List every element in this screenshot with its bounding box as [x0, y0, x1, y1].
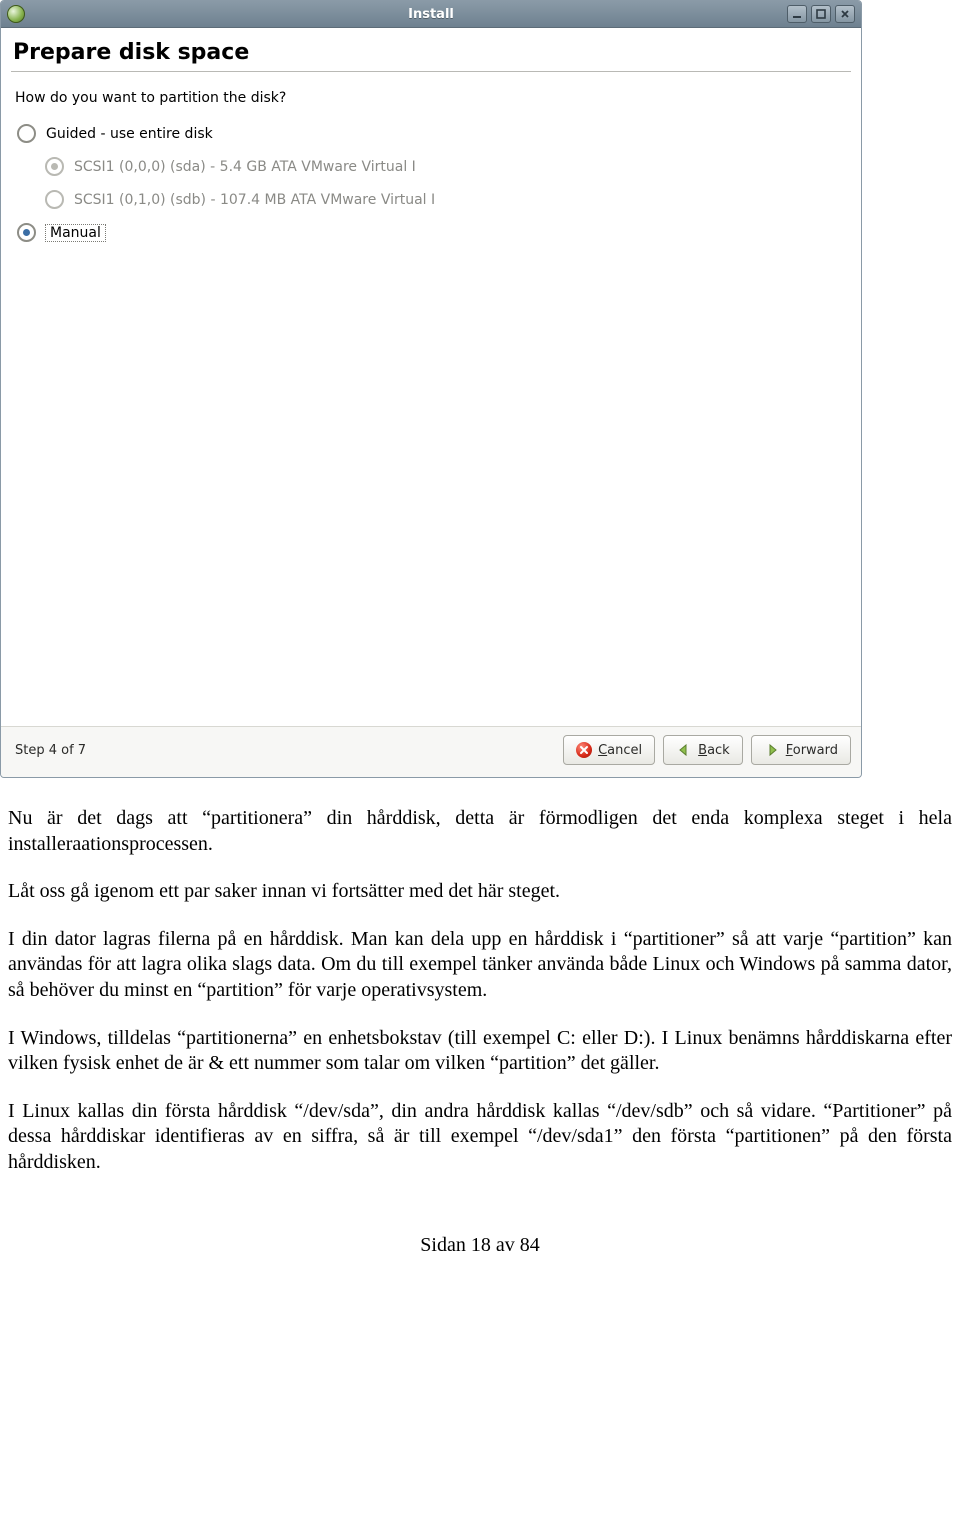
maximize-button[interactable]: [811, 5, 831, 23]
partition-question: How do you want to partition the disk?: [15, 90, 851, 106]
paragraph: I din dator lagras filerna på en hårddis…: [8, 927, 952, 1004]
radio-disk-sda[interactable]: SCSI1 (0,0,0) (sda) - 5.4 GB ATA VMware …: [45, 157, 851, 176]
installer-window: Install Prepare disk space How do you wa…: [0, 0, 862, 778]
radio-manual[interactable]: Manual: [17, 223, 851, 242]
page-heading: Prepare disk space: [11, 34, 851, 69]
paragraph: Låt oss gå igenom ett par saker innan vi…: [8, 879, 952, 905]
divider: [11, 71, 851, 72]
radio-icon: [17, 124, 36, 143]
titlebar[interactable]: Install: [1, 1, 861, 28]
back-button-label: Back: [698, 743, 730, 758]
forward-button-label: Forward: [786, 743, 838, 758]
page-number: Sidan 18 av 84: [0, 1234, 960, 1257]
back-button[interactable]: Back: [663, 735, 743, 765]
blank-area: [11, 256, 851, 726]
paragraph: Nu är det dags att “partitionera” din hå…: [8, 806, 952, 857]
paragraph: I Linux kallas din första hårddisk “/dev…: [8, 1099, 952, 1176]
minimize-button[interactable]: [787, 5, 807, 23]
radio-manual-label: Manual: [46, 225, 105, 241]
radio-disk-sdb-label: SCSI1 (0,1,0) (sdb) - 107.4 MB ATA VMwar…: [74, 192, 435, 208]
window-footer: Step 4 of 7 Cancel Back Forward: [1, 726, 861, 777]
radio-icon: [45, 190, 64, 209]
radio-disk-sdb[interactable]: SCSI1 (0,1,0) (sdb) - 107.4 MB ATA VMwar…: [45, 190, 851, 209]
step-indicator: Step 4 of 7: [15, 743, 86, 758]
paragraph: I Windows, tilldelas “partitionerna” en …: [8, 1026, 952, 1077]
cancel-button-label: Cancel: [598, 743, 642, 758]
mint-logo-icon: [7, 5, 25, 23]
window-body: Prepare disk space How do you want to pa…: [1, 28, 861, 726]
radio-guided[interactable]: Guided - use entire disk: [17, 124, 851, 143]
window-controls: [787, 5, 861, 23]
radio-icon: [45, 157, 64, 176]
cancel-icon: [576, 742, 592, 758]
document-body: Nu är det dags att “partitionera” din hå…: [0, 806, 960, 1176]
window-title: Install: [1, 7, 861, 22]
radio-guided-label: Guided - use entire disk: [46, 126, 213, 142]
forward-button[interactable]: Forward: [751, 735, 851, 765]
cancel-button[interactable]: Cancel: [563, 735, 655, 765]
radio-disk-sda-label: SCSI1 (0,0,0) (sda) - 5.4 GB ATA VMware …: [74, 159, 416, 175]
arrow-right-icon: [764, 742, 780, 758]
radio-icon: [17, 223, 36, 242]
arrow-left-icon: [676, 742, 692, 758]
close-button[interactable]: [835, 5, 855, 23]
